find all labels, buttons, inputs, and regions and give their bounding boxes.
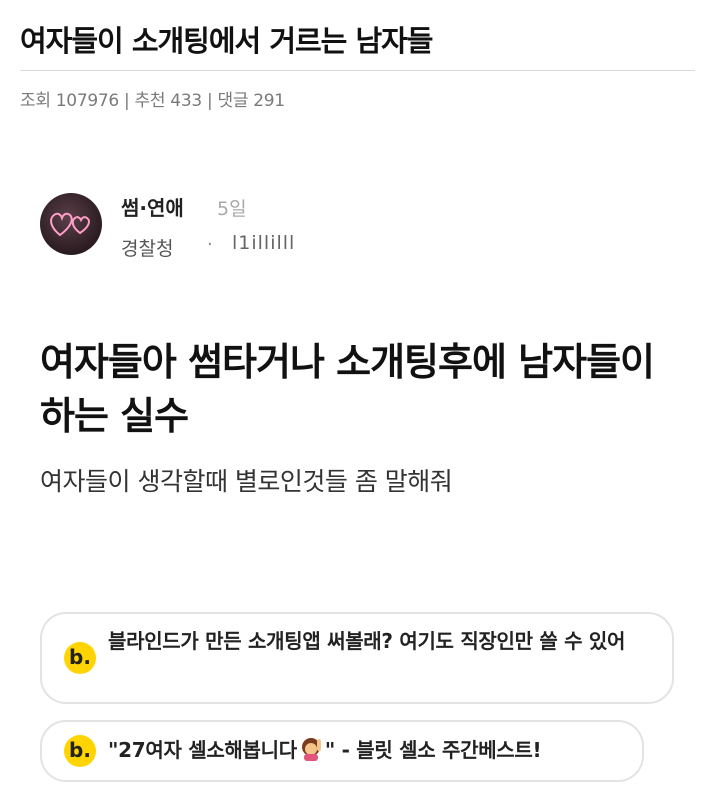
author-nickname: l1illilll bbox=[232, 232, 296, 254]
promo-text-start: "27여자 셀소해봅니다 bbox=[108, 738, 297, 762]
blind-logo-icon: b. bbox=[64, 735, 96, 767]
post-stats: 조회 107976 | 추천 433 | 댓글 291 bbox=[20, 91, 285, 111]
promo-text-end: " - 블릿 셀소 주간베스트! bbox=[324, 738, 542, 762]
title-divider bbox=[20, 70, 695, 71]
promo-text: "27여자 셀소해봅니다 " - 블릿 셀소 주간베스트! bbox=[108, 735, 638, 766]
separator-dot: · bbox=[207, 234, 213, 255]
post-heading: 여자들아 썸타거나 소개팅후에 남자들이 하는 실수 bbox=[40, 340, 655, 438]
page-title: 여자들이 소개팅에서 거르는 남자들 bbox=[20, 24, 433, 58]
woman-raising-hand-icon bbox=[301, 738, 321, 761]
promo-banner-self-intro[interactable]: b. "27여자 셀소해봅니다 " - 블릿 셀소 주간베스트! bbox=[40, 720, 644, 782]
promo-text: 블라인드가 만든 소개팅앱 써볼래? 여기도 직장인만 쓸 수 있어 bbox=[108, 629, 626, 653]
promo-banner-dating-app[interactable]: b. 블라인드가 만든 소개팅앱 써볼래? 여기도 직장인만 쓸 수 있어 bbox=[40, 612, 674, 704]
blind-logo-icon: b. bbox=[64, 642, 96, 674]
post-time: 5일 bbox=[217, 198, 247, 220]
avatar[interactable] bbox=[40, 193, 102, 255]
hearts-icon bbox=[50, 212, 90, 237]
author-company: 경찰청 bbox=[121, 238, 174, 260]
post-body: 여자들이 생각할때 별로인것들 좀 말해줘 bbox=[40, 467, 453, 496]
channel-name[interactable]: 썸·연애 bbox=[121, 192, 184, 221]
